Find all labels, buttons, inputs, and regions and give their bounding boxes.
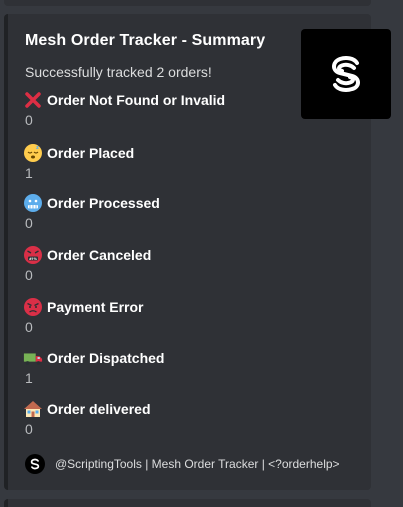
- field-order-dispatched: Order Dispatched 1: [23, 348, 164, 386]
- previous-message-edge: [0, 0, 403, 6]
- field-name-label: Order Not Found or Invalid: [47, 92, 226, 108]
- field-name-label: Order Canceled: [47, 247, 152, 263]
- embed-description: Successfully tracked 2 orders!: [25, 64, 212, 80]
- mesh-logo-icon: [332, 56, 360, 92]
- previous-embed-edge: [4, 0, 371, 6]
- field-value: 0: [25, 112, 33, 128]
- angry-face-icon: [23, 297, 43, 317]
- field-order-processed: Order Processed 0: [23, 193, 160, 231]
- cold-face-icon: [23, 193, 43, 213]
- svg-text:#!%: #!%: [29, 257, 38, 261]
- mesh-logo-icon: [30, 458, 40, 470]
- delivery-truck-icon: [23, 348, 43, 368]
- field-value: 1: [25, 370, 33, 386]
- cursing-face-icon: #!%: [23, 245, 43, 265]
- field-name-label: Payment Error: [47, 299, 144, 315]
- field-order-canceled: #!% Order Canceled 0: [23, 245, 151, 283]
- embed-footer: @ScriptingTools | Mesh Order Tracker | <…: [25, 454, 340, 474]
- footer-text: @ScriptingTools | Mesh Order Tracker | <…: [55, 457, 340, 471]
- field-value: 1: [25, 165, 33, 181]
- house-icon: [23, 399, 43, 419]
- field-name-label: Order Processed: [47, 195, 160, 211]
- field-value: 0: [25, 215, 33, 231]
- next-embed-edge: [4, 499, 371, 507]
- field-name-label: Order delivered: [47, 401, 151, 417]
- field-value: 0: [25, 319, 33, 335]
- field-order-delivered: Order delivered 0: [23, 399, 151, 437]
- order-summary-embed: Mesh Order Tracker - Summary Successfull…: [4, 14, 391, 490]
- field-value: 0: [25, 267, 33, 283]
- field-name-label: Order Placed: [47, 145, 135, 161]
- field-name-label: Order Dispatched: [47, 350, 165, 366]
- sleeping-face-icon: z: [23, 143, 43, 163]
- field-value: 0: [25, 421, 33, 437]
- footer-avatar: [25, 454, 45, 474]
- field-order-not-found: Order Not Found or Invalid 0: [23, 90, 225, 128]
- field-order-placed: z Order Placed 1: [23, 143, 134, 181]
- embed-thumbnail[interactable]: [301, 29, 391, 119]
- embed-title: Mesh Order Tracker - Summary: [25, 32, 266, 49]
- svg-text:z: z: [36, 145, 39, 151]
- red-x-icon: [23, 90, 43, 110]
- field-payment-error: Payment Error 0: [23, 297, 143, 335]
